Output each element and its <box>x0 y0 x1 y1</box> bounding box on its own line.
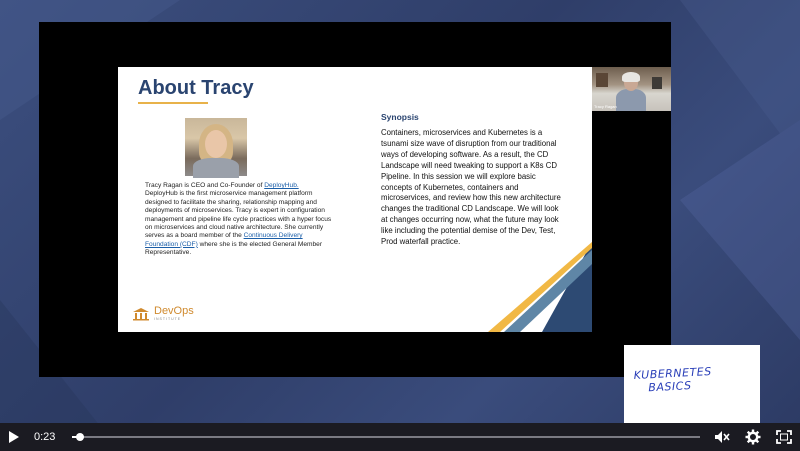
bio-text: DeployHub is the first microservice mana… <box>145 190 332 240</box>
webcam-name-label: Tracy Ragan <box>594 104 617 109</box>
devops-institute-logo: DevOps INSTITUTE <box>132 306 194 321</box>
seek-bar[interactable] <box>72 433 700 441</box>
gear-icon <box>745 429 761 445</box>
bio-text: Tracy Ragan is CEO and Co-Founder of <box>145 182 265 189</box>
settings-button[interactable] <box>742 423 764 451</box>
volume-mute-icon <box>715 431 730 443</box>
player-controls: 0:23 <box>0 423 800 451</box>
synopsis-heading: Synopsis <box>381 112 419 122</box>
decorative-stripes <box>488 242 592 332</box>
fullscreen-button[interactable] <box>773 423 795 451</box>
synopsis-body: Containers, microservices and Kubernetes… <box>381 128 561 247</box>
speaker-bio: Tracy Ragan is CEO and Co-Founder of Dep… <box>145 182 333 258</box>
logo-name: DevOps <box>154 305 194 317</box>
title-card: KUBERNETES BASICS <box>624 345 760 423</box>
pillars-icon <box>133 307 149 320</box>
logo-sub: INSTITUTE <box>154 317 182 321</box>
mute-button[interactable] <box>712 423 732 451</box>
speaker-webcam: Tracy Ragan <box>592 67 671 111</box>
deployhub-link[interactable]: DeployHub. <box>264 182 298 189</box>
speaker-photo <box>185 118 247 178</box>
play-button[interactable] <box>4 423 24 451</box>
presentation-slide: About Tracy Tracy Ragan is CEO and Co-Fo… <box>118 67 592 332</box>
title-underline <box>138 102 208 104</box>
slide-title: About Tracy <box>138 77 254 99</box>
play-icon <box>9 431 19 443</box>
current-time: 0:23 <box>34 431 56 443</box>
fullscreen-icon <box>776 430 792 444</box>
title-card-text: KUBERNETES BASICS <box>633 365 712 395</box>
seek-handle[interactable] <box>76 433 85 441</box>
